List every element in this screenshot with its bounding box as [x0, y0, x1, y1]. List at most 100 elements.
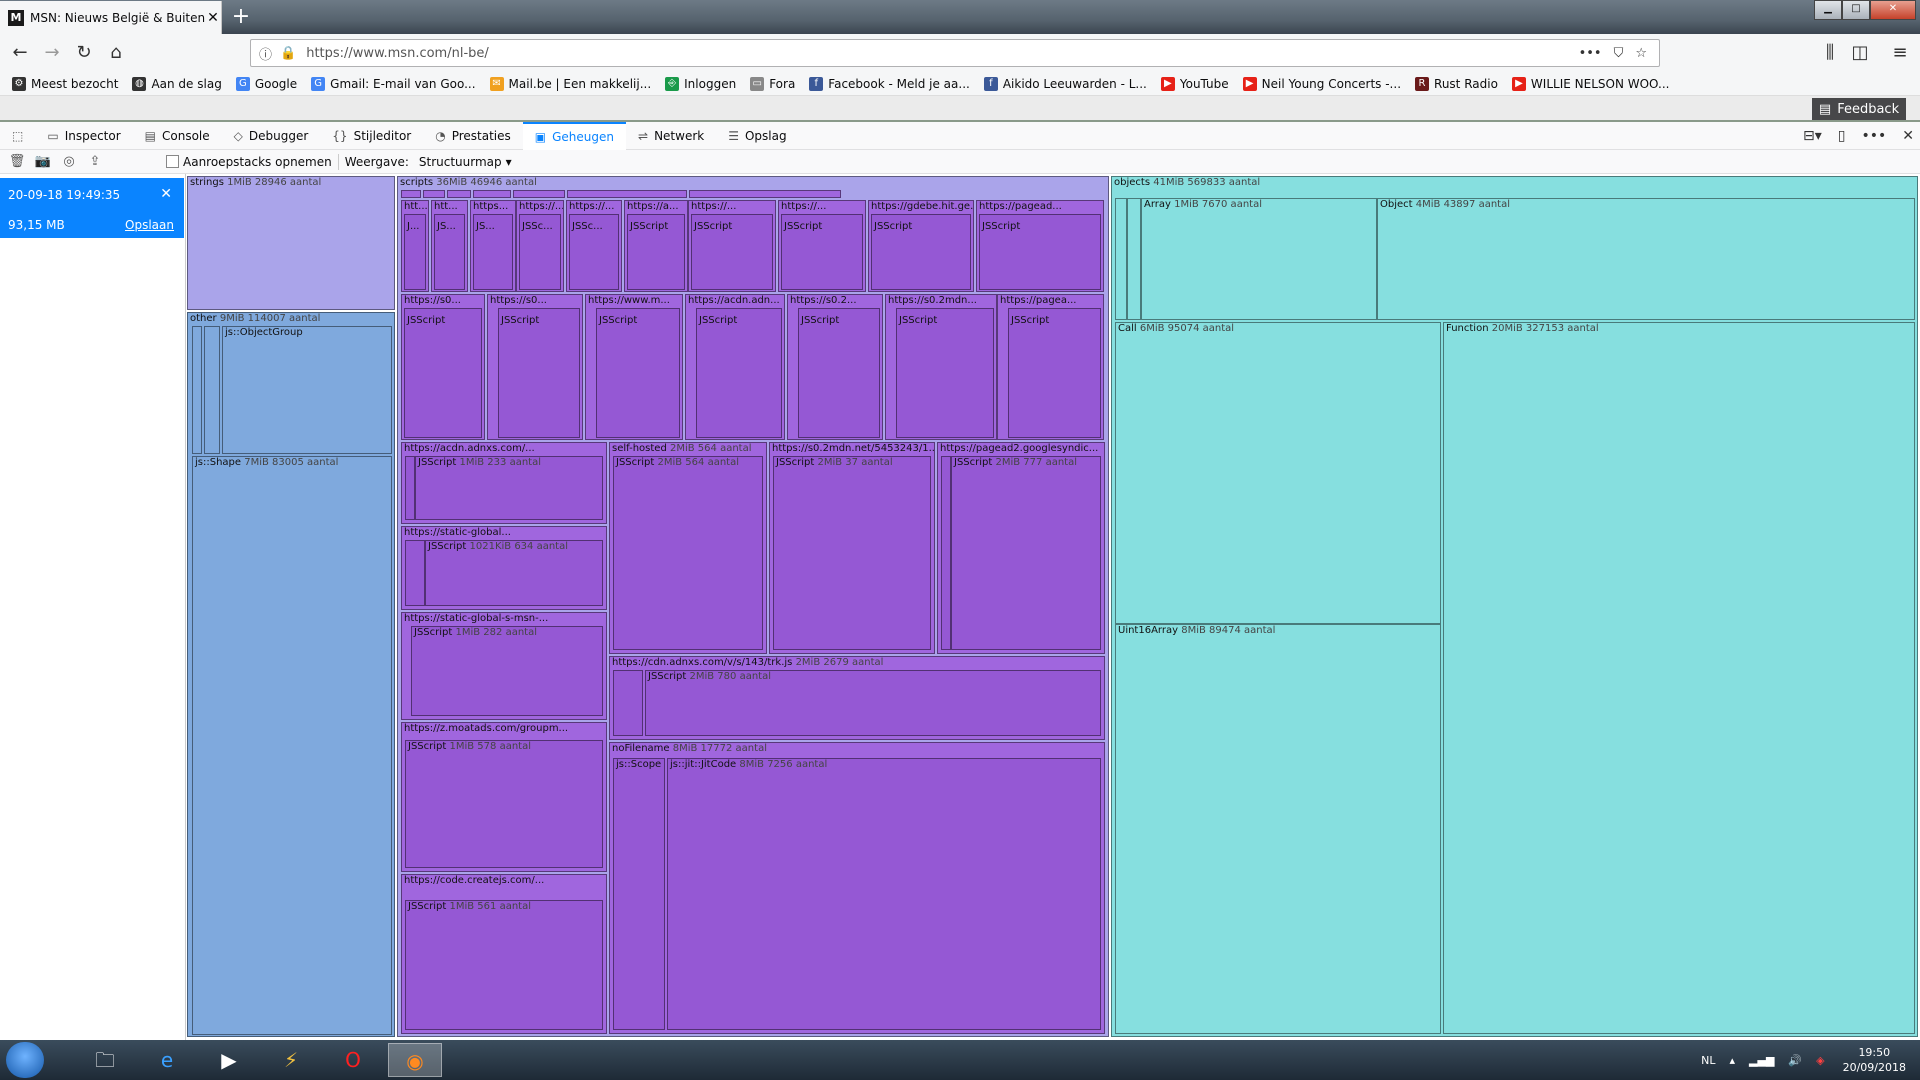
- trk-child-node[interactable]: [613, 670, 643, 736]
- tab-debugger[interactable]: ◇ Debugger: [222, 122, 321, 150]
- bookmark-item[interactable]: ▶ WILLIE NELSON WOO...: [1511, 76, 1669, 91]
- objectgroup-node[interactable]: js::ObjectGroup: [222, 326, 392, 454]
- sidebar-icon[interactable]: ◫: [1846, 39, 1874, 67]
- call-node[interactable]: Call 6MiB 95074 aantal: [1115, 322, 1441, 624]
- uint16array-node[interactable]: Uint16Array 8MiB 89474 aantal: [1115, 624, 1441, 1034]
- security-icon[interactable]: ◈: [1816, 1054, 1824, 1067]
- camera-icon[interactable]: 📷: [34, 154, 52, 169]
- bookmark-item[interactable]: ▶ Neil Young Concerts -...: [1242, 76, 1401, 91]
- objects-child-node[interactable]: [1127, 198, 1141, 320]
- pagead2-js-node[interactable]: JSScript 2MiB 777 aantal: [951, 456, 1101, 650]
- diff-icon[interactable]: ◎: [60, 154, 78, 169]
- tray-arrow-icon[interactable]: ▴: [1730, 1054, 1736, 1067]
- page-actions-icon[interactable]: •••: [1579, 46, 1602, 61]
- shape-node[interactable]: js::Shape 7MiB 83005 aantal: [192, 456, 392, 1035]
- menu-hamburger-icon[interactable]: ≡: [1886, 39, 1914, 67]
- bookmark-item[interactable]: f Facebook - Meld je aa...: [809, 76, 970, 91]
- volume-icon[interactable]: 🔊: [1788, 1054, 1802, 1067]
- other-child-node[interactable]: [204, 326, 220, 454]
- url-text[interactable]: https://www.msn.com/nl-be/: [306, 46, 1578, 61]
- scripts-strip-node[interactable]: [567, 190, 687, 198]
- objects-child-node[interactable]: [1115, 198, 1127, 320]
- reload-icon[interactable]: ↻: [70, 39, 98, 67]
- scope-node[interactable]: js::Scope: [613, 758, 665, 1030]
- s0mdn-js-node[interactable]: JSScript 2MiB 37 aantal: [773, 456, 931, 650]
- static-js-node[interactable]: JSScript 1021KiB 634 aantal: [425, 540, 603, 606]
- acdn-child-node[interactable]: [405, 456, 415, 520]
- tab-stijleditor[interactable]: {} Stijleditor: [320, 122, 423, 150]
- bookmark-item[interactable]: G Gmail: E-mail van Goo...: [311, 76, 476, 91]
- object-node[interactable]: Object 4MiB 43897 aantal: [1377, 198, 1915, 320]
- info-icon[interactable]: ⓘ: [259, 44, 272, 63]
- bookmark-item[interactable]: ⎆ Inloggen: [665, 76, 736, 91]
- firefox-icon[interactable]: ◉: [388, 1043, 442, 1077]
- back-arrow-icon[interactable]: ←: [6, 39, 34, 67]
- tab-prestaties[interactable]: ◔ Prestaties: [423, 122, 523, 150]
- function-node[interactable]: Function 20MiB 327153 aantal: [1443, 322, 1915, 1034]
- winamp-icon[interactable]: ⚡: [264, 1043, 318, 1077]
- jsscript-node[interactable]: JSScript: [871, 214, 971, 290]
- pocket-icon[interactable]: ⛉: [1614, 46, 1624, 61]
- new-tab-icon[interactable]: +: [228, 4, 254, 30]
- bookmark-item[interactable]: G Google: [235, 76, 297, 91]
- jsscript-node[interactable]: J...: [404, 214, 426, 290]
- minimize-icon[interactable]: ▁: [1814, 0, 1842, 20]
- tab-netwerk[interactable]: ⇌ Netwerk: [626, 122, 716, 150]
- jsscript-node[interactable]: JS...: [434, 214, 465, 290]
- jsscript-node[interactable]: JSScript: [979, 214, 1101, 290]
- delete-snapshot-icon[interactable]: ✕: [160, 186, 172, 202]
- array-node[interactable]: Array 1MiB 7670 aantal: [1141, 198, 1377, 320]
- scripts-strip-node[interactable]: [473, 190, 511, 198]
- jsscript-node[interactable]: JSScript: [404, 308, 482, 438]
- jsscript-node[interactable]: JSSc...: [519, 214, 561, 290]
- internet-explorer-icon[interactable]: e: [140, 1043, 194, 1077]
- jsscript-node[interactable]: JSScript: [691, 214, 773, 290]
- checkbox-box[interactable]: [166, 155, 179, 168]
- pick-element-icon[interactable]: ⬚: [0, 122, 35, 150]
- network-icon[interactable]: ▂▄▆: [1749, 1054, 1774, 1067]
- dock-options-icon[interactable]: ⊟▾: [1803, 128, 1822, 144]
- media-player-icon[interactable]: ▶: [202, 1043, 256, 1077]
- jsscript-node[interactable]: JSScript: [498, 308, 580, 438]
- home-icon[interactable]: ⌂: [102, 39, 130, 67]
- url-bar[interactable]: ⓘ 🔒 https://www.msn.com/nl-be/ ••• ⛉ ☆: [250, 39, 1660, 67]
- save-snapshot-link[interactable]: Opslaan: [125, 218, 174, 232]
- scripts-strip-node[interactable]: [513, 190, 565, 198]
- bookmark-item[interactable]: f Aikido Leeuwarden - L...: [983, 76, 1147, 91]
- close-devtools-icon[interactable]: ✕: [1902, 128, 1914, 144]
- jsscript-node[interactable]: JSScript: [627, 214, 685, 290]
- treemap[interactable]: strings 1MiB 28946 aantal other 9MiB 1140…: [186, 174, 1920, 1040]
- scripts-strip-node[interactable]: [447, 190, 471, 198]
- bookmark-star-icon[interactable]: ☆: [1635, 46, 1647, 61]
- pagead2-child-node[interactable]: [941, 456, 951, 650]
- forward-arrow-icon[interactable]: →: [38, 39, 66, 67]
- snapshot-item[interactable]: 20-09-18 19:49:35 ✕ 93,15 MB Opslaan: [0, 178, 184, 238]
- bookmark-item[interactable]: ▶ YouTube: [1160, 76, 1229, 91]
- trash-icon[interactable]: 🗑: [8, 154, 26, 169]
- selfhosted-js-node[interactable]: JSScript 2MiB 564 aantal: [613, 456, 763, 650]
- maximize-icon[interactable]: □: [1842, 0, 1870, 20]
- jsscript-node[interactable]: JSScript: [781, 214, 863, 290]
- scripts-strip-node[interactable]: [689, 190, 841, 198]
- bookmark-item[interactable]: ◍ Aan de slag: [132, 76, 222, 91]
- close-tab-icon[interactable]: ✕: [205, 10, 221, 26]
- jsscript-node[interactable]: JSScript: [896, 308, 994, 438]
- bookmark-item[interactable]: ✉ Mail.be | Een makkelij...: [489, 76, 651, 91]
- create-js-node[interactable]: JSScript 1MiB 561 aantal: [405, 900, 603, 1030]
- tab-console[interactable]: ▤ Console: [133, 122, 222, 150]
- view-select[interactable]: Structuurmap ▾: [415, 155, 512, 169]
- tab-opslag[interactable]: ☰ Opslag: [716, 122, 798, 150]
- moat-js-node[interactable]: JSScript 1MiB 578 aantal: [405, 740, 603, 868]
- jsscript-node[interactable]: JS...: [473, 214, 513, 290]
- file-explorer-icon[interactable]: 🗀: [78, 1043, 132, 1077]
- jsscript-node[interactable]: JSScript: [1008, 308, 1101, 438]
- language-indicator[interactable]: NL: [1701, 1054, 1715, 1067]
- bookmark-item[interactable]: R Rust Radio: [1415, 76, 1498, 91]
- library-icon[interactable]: ⫼: [1816, 39, 1844, 67]
- responsive-mode-icon[interactable]: ▯: [1838, 128, 1846, 144]
- bookmark-item[interactable]: ▭ Fora: [750, 76, 795, 91]
- clock[interactable]: 19:50 20/09/2018: [1843, 1045, 1906, 1075]
- other-child-node[interactable]: [192, 326, 202, 454]
- import-icon[interactable]: ⇪: [86, 154, 104, 169]
- bookmark-item[interactable]: ⚙ Meest bezocht: [12, 76, 118, 91]
